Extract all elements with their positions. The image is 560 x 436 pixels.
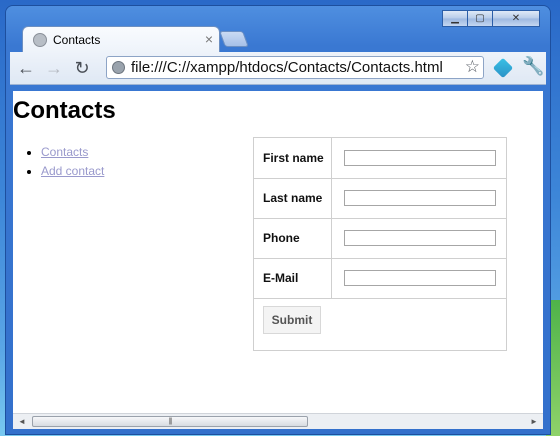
list-item: Contacts (41, 145, 104, 159)
extension-icon[interactable] (492, 57, 514, 79)
phone-label: Phone (254, 218, 332, 258)
minimize-button[interactable]: ▁ (442, 10, 468, 27)
email-field[interactable] (344, 270, 496, 286)
page-icon (112, 61, 125, 74)
add-contact-link[interactable]: Add contact (41, 164, 104, 178)
scrollbar-thumb[interactable]: ||| (32, 416, 308, 427)
page-icon (33, 33, 47, 47)
submit-button[interactable]: Submit (263, 306, 321, 334)
tab-title: Contacts (53, 33, 101, 47)
form-row-phone: Phone (254, 218, 506, 259)
new-tab-button[interactable] (219, 31, 249, 47)
reload-icon[interactable]: ↻ (72, 58, 92, 78)
contacts-link[interactable]: Contacts (41, 145, 88, 159)
toolbar: ← → ↻ file:///C://xampp/htdocs/Contacts/… (10, 52, 546, 85)
page-title: Contacts (13, 97, 116, 124)
close-window-button[interactable]: ✕ (492, 10, 540, 27)
close-tab-icon[interactable]: × (205, 31, 213, 47)
nav-list: Contacts Add contact (23, 145, 104, 183)
last-name-label: Last name (254, 178, 332, 218)
back-arrow-icon[interactable]: ← (16, 58, 36, 78)
maximize-button[interactable]: ▢ (467, 10, 493, 27)
wrench-icon[interactable]: 🔧 (522, 56, 544, 77)
first-name-label: First name (254, 138, 332, 178)
address-bar[interactable]: file:///C://xampp/htdocs/Contacts/Contac… (106, 56, 484, 79)
email-label: E-Mail (254, 258, 332, 298)
form-row-email: E-Mail (254, 258, 506, 299)
page-content: Contacts Contacts Add contact First name… (13, 91, 543, 413)
form-row-last-name: Last name (254, 178, 506, 219)
first-name-field[interactable] (344, 150, 496, 166)
star-icon[interactable]: ☆ (465, 57, 480, 77)
scroll-right-icon[interactable]: ► (528, 416, 540, 427)
scroll-left-icon[interactable]: ◄ (16, 416, 28, 427)
horizontal-scrollbar[interactable]: ◄ ||| ► (13, 413, 543, 429)
form-row-first-name: First name (254, 138, 506, 179)
last-name-field[interactable] (344, 190, 496, 206)
tab-contacts[interactable]: Contacts × (22, 26, 220, 53)
url-text[interactable]: file:///C://xampp/htdocs/Contacts/Contac… (131, 59, 443, 76)
contact-form: First name Last name Phone E-Mail Submit (253, 137, 507, 351)
window-controls: ▁ ▢ ✕ (442, 10, 540, 27)
browser-window: ▁ ▢ ✕ Contacts × ← → ↻ file:///C://xampp… (6, 6, 550, 434)
list-item: Add contact (41, 164, 104, 178)
phone-field[interactable] (344, 230, 496, 246)
forward-arrow-icon[interactable]: → (44, 58, 64, 78)
